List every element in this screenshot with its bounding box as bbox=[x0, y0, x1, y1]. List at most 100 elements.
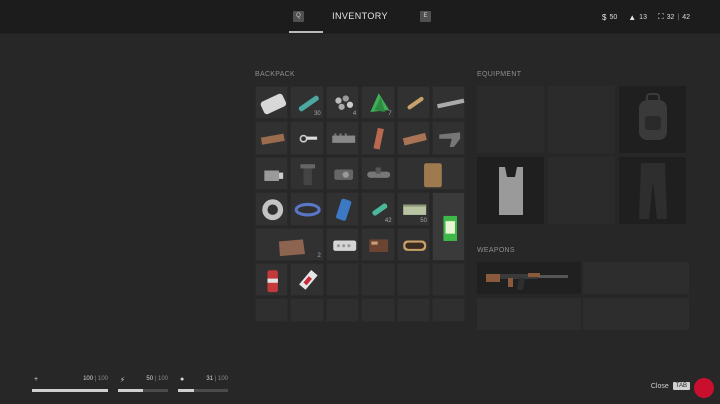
backpack-item-juice-carton[interactable] bbox=[432, 192, 466, 261]
slots-icon: ⛶ bbox=[657, 12, 664, 21]
backpack-empty-slot[interactable] bbox=[361, 298, 395, 323]
backpack-item-red-dot-sight[interactable] bbox=[325, 156, 360, 191]
backpack-item-bandage-roll[interactable] bbox=[255, 86, 289, 120]
stock-icon bbox=[439, 132, 461, 148]
slots-used: 32 bbox=[666, 13, 675, 21]
backpack-item-herbs[interactable]: 7 bbox=[361, 86, 395, 120]
item-count: 42 bbox=[384, 217, 392, 224]
backpack-item-duct-tape[interactable] bbox=[255, 192, 289, 226]
close-label: Close bbox=[650, 382, 669, 390]
health-fill bbox=[32, 389, 108, 392]
vitals-bar: + 100 | 100 ⚡ 50 | 100 ● 31 | 100 bbox=[32, 374, 228, 394]
magazine-icon bbox=[300, 164, 316, 185]
backpack-item-grip[interactable] bbox=[361, 121, 395, 155]
backpack-item-energy-bar[interactable] bbox=[290, 263, 324, 297]
backpack-empty-slot[interactable] bbox=[432, 298, 466, 323]
backpack-item-barrel[interactable] bbox=[432, 86, 466, 120]
hydration-max: 100 bbox=[217, 376, 228, 382]
backpack-item-scrap-parts[interactable]: 4 bbox=[325, 86, 360, 120]
backpack-empty-slot[interactable] bbox=[396, 298, 430, 323]
water-drop-icon: ● bbox=[180, 376, 185, 383]
bullet-icon bbox=[407, 96, 424, 110]
backpack-item-handguard[interactable] bbox=[255, 121, 289, 155]
assault-rifle-icon bbox=[486, 273, 568, 291]
duct-tape-icon bbox=[262, 199, 284, 221]
weight-icon: ▲ bbox=[628, 12, 637, 22]
scope-icon bbox=[367, 167, 391, 178]
item-count: 7 bbox=[388, 111, 392, 118]
backpack-item-bullet[interactable] bbox=[396, 86, 430, 120]
backpack-item-soda-can[interactable] bbox=[255, 263, 289, 297]
grip-icon bbox=[373, 128, 385, 150]
energy-meter: ⚡ 50 | 100 bbox=[118, 374, 168, 394]
slots-separator: | bbox=[677, 13, 680, 21]
player-stats: $ 50 ▲ 13 ⛶ 32 | 42 bbox=[596, 12, 690, 22]
energy-icon: ⚡ bbox=[120, 377, 125, 384]
backpack-empty-slot[interactable] bbox=[432, 263, 466, 297]
weight-value: 13 bbox=[639, 13, 647, 21]
juice-carton-icon bbox=[443, 216, 457, 242]
sidearm-slot[interactable] bbox=[477, 298, 581, 330]
backpack-item-rail[interactable] bbox=[325, 121, 360, 155]
backpack-item-scope[interactable] bbox=[361, 156, 395, 191]
jacket-slot[interactable] bbox=[548, 157, 615, 224]
backpack-item-cloth[interactable]: 2 bbox=[255, 227, 324, 261]
pills-icon bbox=[333, 240, 357, 251]
close-button[interactable]: Close TAB bbox=[651, 382, 690, 390]
backpack-item-shotgun-shell[interactable]: 42 bbox=[361, 192, 395, 226]
health-value: 100 bbox=[83, 376, 94, 382]
backpack-empty-slot[interactable] bbox=[325, 263, 360, 297]
energy-bar-icon bbox=[299, 270, 318, 290]
backpack-item-stock[interactable] bbox=[432, 121, 466, 155]
backpack-item-wood-stock[interactable] bbox=[396, 121, 430, 155]
backpack-empty-slot[interactable] bbox=[290, 298, 324, 323]
backpack-item-phone[interactable] bbox=[325, 192, 360, 226]
tab-inventory[interactable]: INVENTORY bbox=[324, 11, 396, 21]
next-tab-key[interactable]: E bbox=[420, 11, 431, 22]
backpack-item-chocolate[interactable] bbox=[361, 227, 395, 261]
health-meter: + 100 | 100 bbox=[32, 374, 108, 394]
close-key: TAB bbox=[672, 382, 690, 390]
backpack-item-cash[interactable]: 50 bbox=[396, 192, 430, 226]
backpack-item-pills[interactable] bbox=[325, 227, 360, 261]
armor-slot[interactable] bbox=[548, 86, 615, 153]
backpack-item-magazine[interactable] bbox=[290, 156, 324, 191]
backpack-item-keychain[interactable] bbox=[290, 121, 324, 155]
cloth-icon bbox=[278, 239, 306, 256]
handguard-icon bbox=[260, 134, 285, 146]
backpack-item-rifle-ammo[interactable]: 30 bbox=[290, 86, 324, 120]
backpack-item-belt[interactable] bbox=[290, 192, 324, 226]
backpack-slot[interactable] bbox=[619, 86, 686, 153]
backpack-label: BACKPACK bbox=[255, 71, 296, 78]
keychain-icon bbox=[299, 135, 318, 143]
head-slot[interactable] bbox=[477, 86, 544, 153]
pants-icon bbox=[639, 163, 667, 219]
lamp-icon bbox=[264, 170, 284, 181]
shirt-slot[interactable] bbox=[477, 157, 544, 224]
backpack-empty-slot[interactable] bbox=[255, 298, 289, 323]
weapons-label: WEAPONS bbox=[477, 247, 515, 254]
backpack-empty-slot[interactable] bbox=[325, 298, 360, 323]
backpack-item-lamp[interactable] bbox=[255, 156, 289, 191]
hydration-value: 31 bbox=[206, 376, 214, 382]
item-count: 30 bbox=[314, 111, 321, 118]
backpack-item-backpack-pouch[interactable] bbox=[396, 156, 466, 191]
belt-icon bbox=[295, 203, 322, 217]
backpack-item-sardine-can[interactable] bbox=[396, 227, 430, 261]
melee-slot[interactable] bbox=[583, 298, 689, 330]
ign-logo-icon bbox=[694, 378, 714, 398]
weight-stat: ▲ 13 bbox=[628, 13, 647, 22]
item-count: 2 bbox=[317, 252, 321, 259]
pants-slot[interactable] bbox=[619, 157, 686, 224]
phone-icon bbox=[335, 198, 352, 221]
health-max: 100 bbox=[97, 376, 108, 382]
hydration-fill bbox=[178, 389, 194, 392]
active-tab-underline bbox=[289, 31, 323, 33]
prev-tab-key[interactable]: Q bbox=[293, 11, 304, 22]
energy-value: 50 bbox=[146, 376, 154, 382]
secondary-weapon-slot[interactable] bbox=[583, 262, 689, 294]
backpack-empty-slot[interactable] bbox=[361, 263, 395, 297]
primary-weapon-slot[interactable] bbox=[477, 262, 581, 294]
backpack-empty-slot[interactable] bbox=[396, 263, 430, 297]
red-dot-sight-icon bbox=[334, 169, 353, 180]
